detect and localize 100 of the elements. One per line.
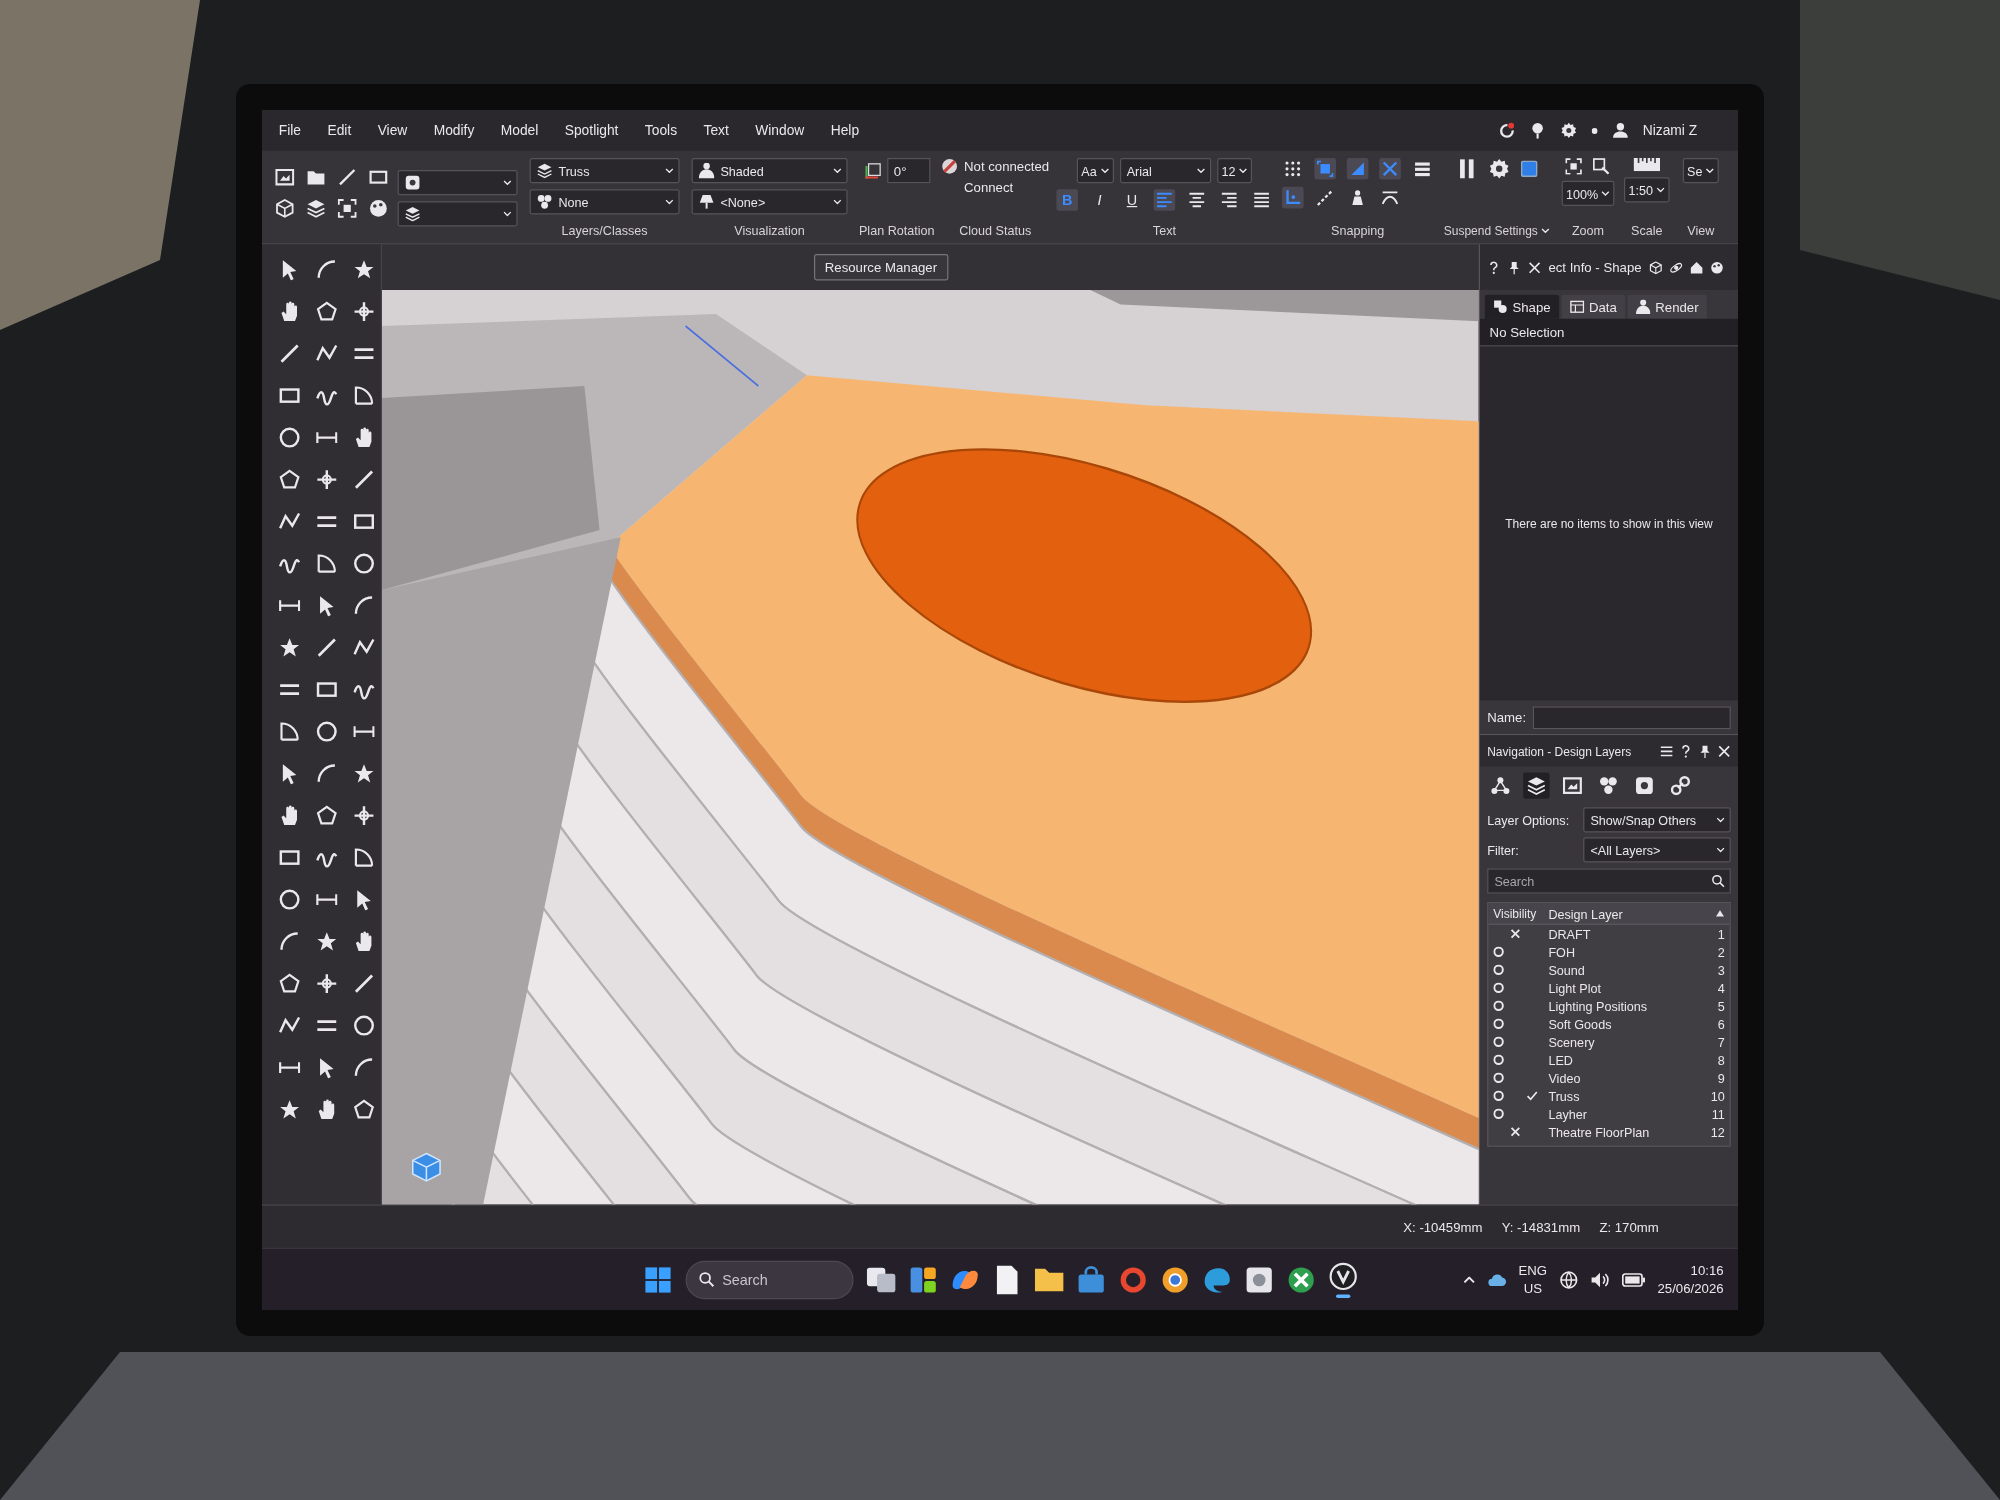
layers-icon[interactable] [1523, 772, 1550, 799]
layer-name[interactable]: Sound [1548, 962, 1585, 977]
four-squares-icon[interactable] [643, 1265, 672, 1294]
settings-icon[interactable] [1559, 122, 1577, 139]
square-snap-icon[interactable] [1314, 158, 1336, 180]
layer-dropdown[interactable]: Truss [529, 158, 680, 184]
view-dropdown[interactable]: Se [1682, 158, 1720, 184]
angle-icon[interactable] [1346, 158, 1369, 180]
sort-arrow-icon[interactable] [1715, 909, 1725, 918]
dropdown[interactable] [397, 200, 518, 226]
zoom-icon[interactable] [1593, 158, 1611, 175]
polygon-icon[interactable] [316, 804, 338, 827]
palette-icon[interactable] [1710, 260, 1724, 274]
tab[interactable]: Render [1627, 294, 1707, 319]
menu-icon[interactable] [1660, 744, 1674, 758]
suspend-settings-button[interactable]: Suspend Settings [1443, 224, 1550, 238]
connect-link[interactable]: Connect [941, 179, 1014, 194]
search-field[interactable]: Search [685, 1260, 853, 1299]
v-circle-icon[interactable] [1328, 1261, 1357, 1291]
pin-icon[interactable] [1507, 260, 1521, 274]
user-name[interactable]: Nizami Z [1642, 123, 1698, 138]
cube-icon[interactable] [275, 198, 295, 218]
door-swing-icon[interactable] [316, 552, 338, 575]
layer-name[interactable]: Truss [1548, 1088, 1580, 1103]
size-dropdown[interactable]: 12 [1216, 158, 1253, 184]
resource-manager-button[interactable]: Resource Manager [814, 254, 948, 281]
layer-name[interactable]: FOH [1548, 944, 1575, 959]
palette-icon[interactable] [368, 198, 388, 218]
fit-frame-icon[interactable] [1565, 158, 1583, 175]
arc-icon[interactable] [316, 762, 338, 785]
dropdown[interactable]: Show/Snap Others [1583, 807, 1731, 833]
arc-icon[interactable] [278, 930, 301, 953]
layer-name[interactable]: Scenery [1548, 1034, 1595, 1049]
polygon-icon[interactable] [316, 300, 338, 323]
column-header[interactable]: Design Layer [1548, 906, 1623, 921]
close-icon[interactable] [1717, 744, 1731, 758]
settings-icon[interactable] [1488, 158, 1510, 180]
fit-frame-icon[interactable] [337, 198, 357, 218]
layers-icon[interactable] [306, 198, 326, 218]
hidden-cross-icon[interactable] [1510, 928, 1521, 940]
corner-icon[interactable] [1282, 186, 1304, 209]
circle-icon[interactable] [278, 426, 301, 449]
stacked-squares-icon[interactable] [866, 1265, 895, 1294]
search-field[interactable]: Search [1487, 868, 1731, 894]
align-left-icon[interactable] [1153, 189, 1176, 211]
ruler-icon[interactable] [1633, 158, 1660, 172]
crosshair-icon[interactable] [353, 804, 375, 827]
circle-icon[interactable] [353, 1014, 375, 1037]
style-toggle[interactable]: U [1121, 189, 1143, 211]
layer-name[interactable]: Theatre FloorPlan [1548, 1124, 1650, 1139]
circle-icon[interactable] [353, 552, 375, 575]
picture-frame-icon[interactable] [275, 167, 295, 187]
menu-item[interactable]: Help [830, 123, 860, 138]
star-icon[interactable] [278, 1098, 301, 1121]
visible-circle-icon[interactable] [1493, 946, 1504, 958]
visible-circle-icon[interactable] [1493, 1108, 1504, 1120]
star-icon[interactable] [353, 258, 375, 281]
visible-circle-icon[interactable] [1493, 1090, 1504, 1102]
polygon-icon[interactable] [278, 468, 301, 491]
clock-time[interactable]: 10:16 [1690, 1261, 1724, 1280]
region-indicator[interactable]: US [1523, 1279, 1542, 1298]
cross-icon[interactable] [1379, 158, 1401, 180]
menu-item[interactable]: Window [755, 123, 805, 138]
clock-date[interactable]: 25/06/2026 [1657, 1279, 1724, 1298]
menu-item[interactable]: Modify [433, 123, 475, 138]
layer-name[interactable]: LED [1548, 1052, 1573, 1067]
circle-icon[interactable] [278, 888, 301, 911]
x-circle-icon[interactable] [1286, 1265, 1315, 1294]
tab[interactable]: Data [1561, 294, 1626, 319]
menu-item[interactable]: Text [703, 123, 729, 138]
layer-name[interactable]: Lighting Positions [1548, 998, 1648, 1013]
crosshair-icon[interactable] [353, 300, 375, 323]
arc-icon[interactable] [316, 258, 338, 281]
dropdown[interactable]: <All Layers> [1583, 837, 1731, 863]
close-icon[interactable] [1528, 260, 1542, 274]
door-swing-icon[interactable] [353, 384, 375, 407]
arc-icon[interactable] [353, 594, 375, 617]
menu-item[interactable]: Model [500, 123, 539, 138]
visible-circle-icon[interactable] [1493, 1054, 1504, 1066]
person-icon[interactable] [1611, 122, 1629, 139]
font-dropdown[interactable]: Arial [1119, 158, 1211, 184]
layer-name[interactable]: Light Plot [1548, 980, 1601, 995]
battery-icon[interactable] [1621, 1272, 1646, 1287]
rotation-field[interactable]: 0° [886, 158, 930, 184]
line-icon[interactable] [316, 636, 338, 659]
visible-circle-icon[interactable] [1493, 964, 1504, 976]
pin-icon[interactable] [1698, 744, 1712, 758]
style-toggle[interactable]: I [1088, 189, 1111, 211]
line-icon[interactable] [278, 342, 301, 365]
menu-item[interactable]: Tools [644, 123, 678, 138]
layer-name[interactable]: Layher [1548, 1106, 1587, 1121]
crosshair-icon[interactable] [316, 468, 338, 491]
class-dropdown[interactable]: None [529, 189, 680, 215]
hidden-cross-icon[interactable] [1510, 1126, 1521, 1138]
wave-icon[interactable] [1202, 1265, 1231, 1294]
menu-item[interactable]: Edit [327, 123, 352, 138]
tab[interactable]: Shape [1484, 294, 1559, 319]
dropdown[interactable] [397, 169, 518, 195]
swatch-icon[interactable] [1520, 160, 1538, 178]
house-icon[interactable] [1689, 260, 1703, 274]
